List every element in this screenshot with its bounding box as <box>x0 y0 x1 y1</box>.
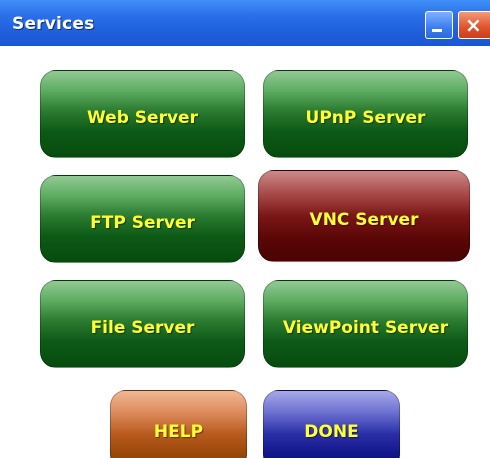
viewpoint-server-button[interactable]: ViewPoint Server <box>263 280 468 368</box>
file-server-button[interactable]: File Server <box>40 280 245 368</box>
done-button[interactable]: DONE <box>263 390 400 458</box>
done-label: DONE <box>304 422 359 442</box>
close-button[interactable]: × <box>458 11 490 39</box>
title-bar[interactable]: Services × <box>0 0 490 46</box>
file-server-label: File Server <box>90 318 195 338</box>
close-icon: × <box>465 13 482 37</box>
web-server-label: Web Server <box>87 108 198 128</box>
minimize-icon <box>432 29 442 32</box>
ftp-server-label: FTP Server <box>90 213 195 233</box>
help-label: HELP <box>153 422 204 442</box>
vnc-server-button[interactable]: VNC Server <box>258 170 470 262</box>
services-window: Services × Web Server UPnP Server FTP Se… <box>0 0 490 458</box>
upnp-server-label: UPnP Server <box>305 108 426 128</box>
upnp-server-button[interactable]: UPnP Server <box>263 70 468 158</box>
help-button[interactable]: HELP <box>110 390 247 458</box>
viewpoint-server-label: ViewPoint Server <box>282 318 449 338</box>
web-server-button[interactable]: Web Server <box>40 70 245 158</box>
window-title: Services <box>12 14 95 34</box>
ftp-server-button[interactable]: FTP Server <box>40 175 245 263</box>
vnc-server-label: VNC Server <box>309 210 419 230</box>
minimize-button[interactable] <box>425 11 453 39</box>
